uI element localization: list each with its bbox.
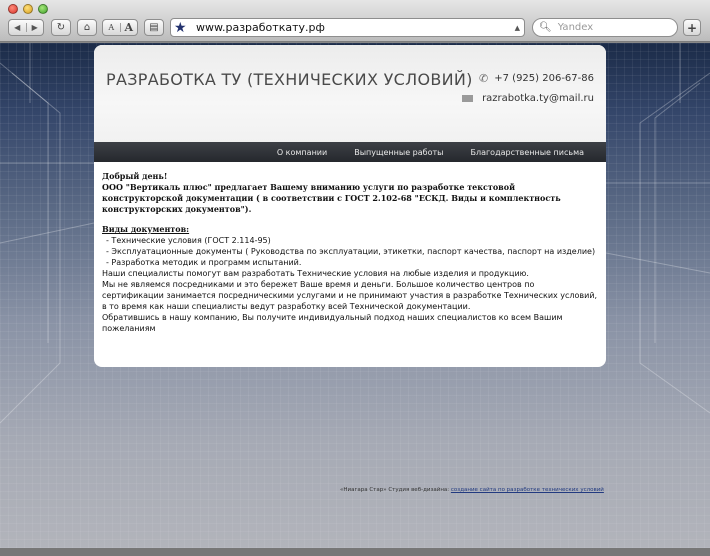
- page-viewport: РАЗРАБОТКА ТУ (ТЕХНИЧЕСКИХ УСЛОВИЙ) ✆ +7…: [0, 43, 710, 548]
- main-menu: О компании Выпущенные работы Благодарств…: [94, 142, 606, 162]
- main-content: Добрый день! ООО "Вертикаль плюс" предла…: [94, 162, 606, 334]
- window-bottom-edge: [0, 548, 710, 556]
- plus-icon: +: [686, 20, 698, 35]
- minimize-window-button[interactable]: [23, 4, 33, 14]
- site-title: РАЗРАБОТКА ТУ (ТЕХНИЧЕСКИХ УСЛОВИЙ): [106, 70, 473, 89]
- doc-types-heading: Виды документов:: [102, 224, 190, 234]
- home-button[interactable]: ⌂: [77, 19, 97, 36]
- mail-icon: [462, 95, 474, 102]
- site-footer: «Ниагара Стар» Студия веб-дизайна: созда…: [340, 487, 604, 493]
- list-item: - Технические условия (ГОСТ 2.114-95): [106, 236, 271, 245]
- nav-buttons: ◀ ▶: [8, 19, 44, 36]
- add-bookmark-button[interactable]: +: [683, 19, 701, 36]
- footer-text: «Ниагара Стар» Студия веб-дизайна:: [340, 487, 451, 493]
- footer-link[interactable]: создание сайта по разработке технических…: [451, 487, 604, 493]
- paragraph: Наши специалисты помогут вам разработать…: [102, 269, 529, 278]
- text-smaller-button[interactable]: A: [103, 23, 121, 32]
- phone-number: +7 (925) 206-67-86: [494, 73, 594, 84]
- address-bar[interactable]: ★ www.разработкату.рф ▲: [170, 18, 525, 37]
- back-icon[interactable]: ◀: [9, 23, 27, 32]
- paragraph: Обратившись в нашу компанию, Вы получите…: [102, 313, 563, 333]
- greeting: Добрый день!: [102, 171, 168, 181]
- menu-item-about[interactable]: О компании: [277, 148, 327, 157]
- email-contact: razrabotka.ty@mail.ru: [462, 93, 594, 104]
- url-text[interactable]: www.разработкату.рф: [196, 21, 515, 34]
- phone-contact: ✆ +7 (925) 206-67-86: [479, 72, 594, 85]
- chevron-down-icon[interactable]: ▲: [515, 24, 520, 32]
- reload-button[interactable]: ↻: [51, 19, 71, 36]
- paragraph: Мы не являемся посредниками и это береже…: [102, 280, 598, 311]
- browser-toolbar: ◀ ▶ ↻ ⌂ A A ▤ ★ www.разработкату.рф ▲ 🔍︎…: [0, 0, 710, 42]
- text-larger-button[interactable]: A: [121, 21, 138, 34]
- list-item: - Разработка методик и программ испытани…: [106, 258, 302, 267]
- zoom-window-button[interactable]: [38, 4, 48, 14]
- close-window-button[interactable]: [8, 4, 18, 14]
- list-item: - Эксплуатационные документы ( Руководст…: [106, 247, 596, 256]
- search-placeholder[interactable]: Yandex: [558, 22, 593, 33]
- menu-item-letters[interactable]: Благодарственные письма: [470, 148, 584, 157]
- window-controls: [8, 4, 48, 14]
- home-icon: ⌂: [83, 22, 91, 33]
- print-button[interactable]: ▤: [144, 19, 164, 36]
- search-icon[interactable]: 🔍︎: [539, 22, 552, 33]
- bookmark-star-icon[interactable]: ★: [174, 21, 190, 35]
- search-bar[interactable]: 🔍︎ Yandex: [532, 18, 678, 37]
- email-address[interactable]: razrabotka.ty@mail.ru: [482, 93, 594, 104]
- site-container: РАЗРАБОТКА ТУ (ТЕХНИЧЕСКИХ УСЛОВИЙ) ✆ +7…: [94, 45, 606, 367]
- reload-icon: ↻: [56, 22, 66, 33]
- phone-icon: ✆: [479, 72, 489, 85]
- text-size-buttons: A A: [102, 19, 138, 36]
- forward-icon[interactable]: ▶: [27, 23, 44, 32]
- intro-paragraph: ООО "Вертикаль плюс" предлагает Вашему в…: [102, 182, 561, 214]
- menu-item-works[interactable]: Выпущенные работы: [354, 148, 443, 157]
- print-icon: ▤: [149, 22, 159, 33]
- site-header: РАЗРАБОТКА ТУ (ТЕХНИЧЕСКИХ УСЛОВИЙ) ✆ +7…: [94, 45, 606, 142]
